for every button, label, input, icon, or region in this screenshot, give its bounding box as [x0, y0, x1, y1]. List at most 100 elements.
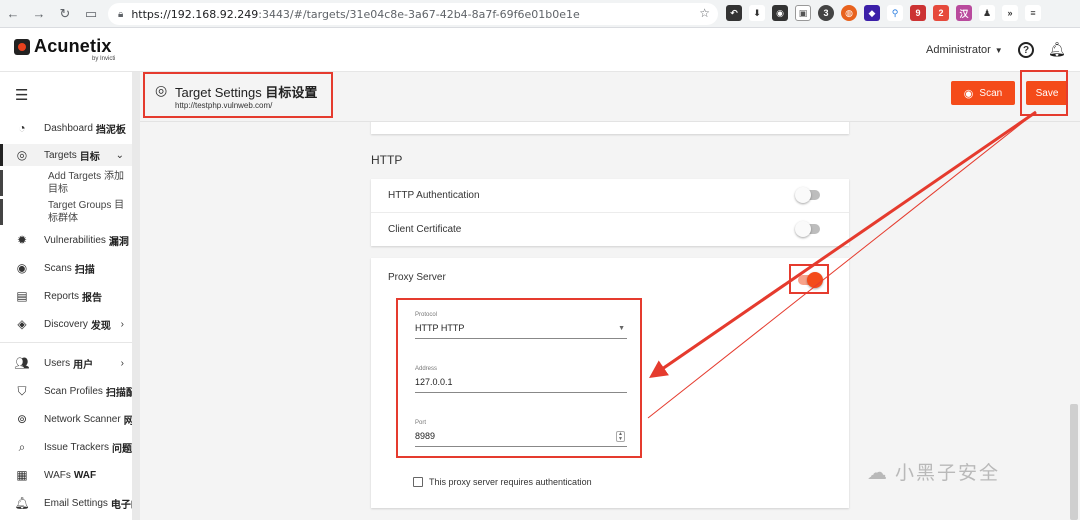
back-icon[interactable]: ← [0, 0, 26, 28]
sidebar-item-scans[interactable]: ◉ Scans 扫描 [0, 257, 132, 279]
notifications-bell-icon[interactable]: 🔔︎ [1048, 41, 1066, 58]
watermark: ☁︎ 小黑子安全 [867, 458, 1000, 485]
sidebar-item-dashboard[interactable]: ◔ Dashboard 挡泥板 [0, 117, 132, 139]
lock-icon: 🔒︎ [118, 8, 124, 20]
extension-icon[interactable]: ◆ [864, 5, 880, 21]
bug-icon: ✹ [16, 233, 28, 247]
logo-subtitle: by Invicti [92, 56, 116, 62]
sidebar-item-label-cn: WAF [73, 469, 97, 481]
more-extensions-icon[interactable]: » [1002, 5, 1018, 21]
extension-icon[interactable]: 2 [933, 5, 949, 21]
acunetix-logo[interactable]: Acunetix [14, 36, 112, 57]
user-extension-icon[interactable]: ♟ [979, 5, 995, 21]
sidebar-item-users[interactable]: 👥︎ Users 用户 › [0, 352, 132, 374]
sidebar-item-label-cn: 网络 [123, 415, 132, 427]
user-name: Administrator [926, 44, 991, 56]
sidebar-item-discovery[interactable]: ◈ Discovery 发现 › [0, 313, 132, 335]
users-icon: 👥︎ [14, 356, 30, 370]
waf-icon: ▦ [16, 468, 28, 482]
hamburger-menu-icon[interactable]: ☰ [15, 86, 28, 104]
sidebar-item-email-settings[interactable]: 🔔︎ Email Settings电子邮 [0, 492, 132, 514]
chevron-right-icon: › [120, 357, 124, 369]
port-label: Port [415, 420, 427, 426]
proxy-auth-checkbox[interactable] [413, 477, 423, 487]
extension-icon[interactable]: 3 [818, 5, 834, 21]
port-stepper-icon[interactable]: ▲ ▼ [616, 431, 625, 442]
sidebar-item-wafs[interactable]: ▦ WAFs WAF [0, 464, 132, 486]
compass-icon: ◈ [17, 317, 27, 331]
sidebar-item-label-cn: 漏洞 [108, 236, 129, 248]
forward-icon[interactable]: → [26, 0, 52, 28]
sidebar-item-label: Discovery [44, 318, 88, 330]
main-scrollbar[interactable] [1070, 404, 1078, 520]
user-menu[interactable]: Administrator ▼ [926, 44, 1003, 56]
http-settings-card: HTTP Authentication Client Certificate [371, 179, 849, 246]
http-authentication-row: HTTP Authentication [371, 179, 849, 212]
sidebar-subitem-add-targets[interactable]: Add Targets 添加 目标 [0, 170, 132, 196]
sidebar-item-reports[interactable]: ▤ Reports 报告 [0, 285, 132, 307]
reload-icon[interactable]: ↻ [52, 0, 78, 28]
sidebar-item-network-scanner[interactable]: ⊚ Network Scanner网络 [0, 408, 132, 430]
sidebar-item-targets[interactable]: ◎ Targets 目标 ⌄ [0, 144, 132, 166]
extension-icon[interactable]: ▣ [795, 5, 811, 21]
protocol-label: Protocol [415, 312, 438, 318]
sidebar-item-label: Users [44, 357, 71, 369]
url-host: https://192.168.92.249 [131, 7, 259, 21]
target-icon: ◎ [155, 82, 168, 98]
sidebar-item-label-cn: 电子邮 [110, 499, 132, 511]
sidebar: ☰ ◔ Dashboard 挡泥板 ◎ Targets 目标 ⌄ Add Targets… [0, 72, 140, 520]
address-field[interactable]: Address 127.0.0.1 [415, 366, 627, 393]
sidebar-item-label: Dashboard [44, 122, 93, 134]
sidebar-scrollbar[interactable] [132, 72, 140, 520]
sidebar-item-label-cn: 目标 [79, 151, 100, 163]
proxy-auth-row[interactable]: This proxy server requires authenticatio… [413, 477, 592, 487]
port-field[interactable]: Port 8989 ▲ ▼ [415, 420, 627, 447]
reader-icon[interactable]: ▭ [78, 0, 104, 28]
previous-card [371, 122, 849, 134]
http-authentication-toggle[interactable] [795, 187, 820, 203]
sidebar-item-label: Network Scanner [44, 413, 121, 425]
scan-button[interactable]: ◉ Scan [951, 81, 1015, 105]
camera-icon[interactable]: ◉ [772, 5, 788, 21]
app-header: Acunetix by Invicti Administrator ▼ ? 🔔︎ [0, 28, 1080, 72]
address-bar[interactable]: 🔒︎ https://192.168.92.249 :3443/#/target… [108, 3, 718, 25]
bookmark-star-icon[interactable]: ☆ [699, 6, 710, 20]
badge-extension-icon[interactable]: 9 [910, 5, 926, 21]
protocol-select[interactable]: Protocol HTTP HTTP ▼ [415, 312, 627, 339]
sidebar-subitem-target-groups[interactable]: Target Groups 目 标群体 [0, 199, 132, 225]
extension-icon[interactable]: ◍ [841, 5, 857, 21]
page-title: Target Settings 目标设置 [175, 85, 318, 100]
menu-icon[interactable]: ≡ [1025, 5, 1041, 21]
sidebar-divider [0, 342, 132, 343]
annotation-box-proxy-fields: Protocol HTTP HTTP ▼ Address 127.0.0.1 P… [396, 298, 642, 458]
target-icon: ◎ [16, 148, 28, 162]
pin-icon[interactable]: ⚲ [887, 5, 903, 21]
chevron-down-icon: ⌄ [115, 149, 124, 161]
protocol-value: HTTP HTTP ▼ [415, 323, 627, 339]
address-label: Address [415, 366, 438, 372]
sidebar-item-label-cn: 扫描配 [105, 387, 132, 399]
subitem-label: Target Groups 目 [48, 200, 125, 211]
sidebar-item-label: Reports [44, 290, 80, 302]
sidebar-item-vulnerabilities[interactable]: ✹ Vulnerabilities 漏洞 [0, 229, 132, 251]
sidebar-item-label: Email Settings [44, 497, 108, 509]
sidebar-item-label-cn: 发现 [90, 320, 111, 332]
caret-down-icon: ▼ [994, 46, 1003, 55]
subitem-label: Add Targets 添加 [48, 171, 124, 182]
help-icon[interactable]: ? [1018, 42, 1034, 58]
download-icon[interactable]: ⬇ [749, 5, 765, 21]
client-certificate-row: Client Certificate [371, 212, 849, 245]
sidebar-item-scan-profiles[interactable]: ⛉ Scan Profiles 扫描配 [0, 380, 132, 402]
http-authentication-label: HTTP Authentication [388, 190, 480, 201]
dashboard-icon: ◔ [18, 121, 26, 135]
extension-icon[interactable]: ↶ [726, 5, 742, 21]
target-url: http://testphp.vulnweb.com/ [175, 101, 273, 110]
extensions-bar: ↶ ⬇ ◉ ▣ 3 ◍ ◆ ⚲ 9 2 汉 ♟ » ≡ [726, 5, 1041, 21]
sidebar-item-label: Vulnerabilities [44, 234, 106, 246]
shield-icon: ⛉ [17, 383, 27, 398]
translate-icon[interactable]: 汉 [956, 5, 972, 21]
sidebar-item-issue-trackers[interactable]: ⌕ Issue Trackers问题跟 [0, 436, 132, 458]
sidebar-item-label: Scan Profiles [44, 385, 103, 397]
logo-text: Acunetix [34, 36, 112, 56]
client-certificate-toggle[interactable] [795, 221, 820, 237]
